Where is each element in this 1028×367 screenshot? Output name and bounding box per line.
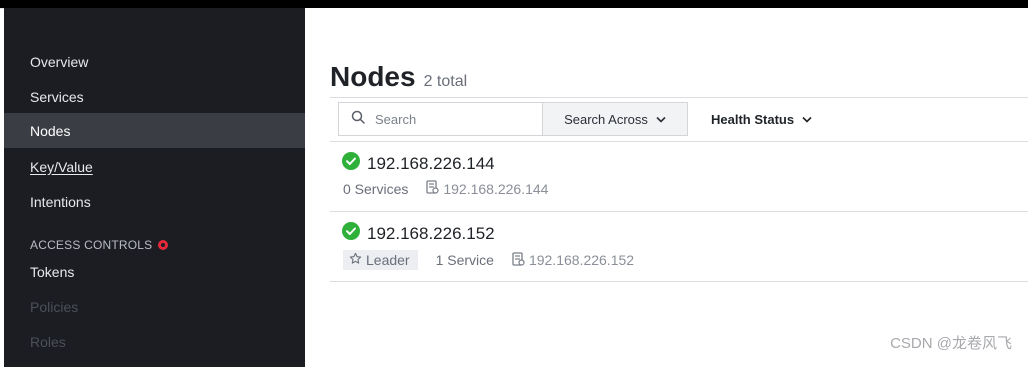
sidebar-item-key-value[interactable]: Key/Value	[4, 149, 305, 184]
search-across-dropdown[interactable]: Search Across	[542, 102, 688, 136]
sidebar-item-tokens[interactable]: Tokens	[4, 254, 305, 289]
node-address: 192.168.226.152	[512, 251, 635, 269]
chevron-down-icon	[802, 116, 812, 123]
sidebar-item-services[interactable]: Services	[4, 79, 305, 114]
address-icon	[512, 251, 529, 269]
node-name[interactable]: 192.168.226.152	[367, 224, 495, 244]
search-box	[338, 102, 543, 136]
page-header: Nodes 2 total	[330, 61, 467, 93]
health-status-dropdown[interactable]: Health Status	[711, 102, 812, 136]
sidebar-item-label: Key/Value	[30, 158, 93, 175]
page-title: Nodes	[330, 61, 416, 92]
node-address-value: 192.168.226.144	[443, 180, 549, 197]
search-icon	[351, 110, 365, 129]
sidebar-item-label: Overview	[30, 53, 89, 70]
leader-badge: Leader	[343, 250, 418, 270]
service-count: 0 Services	[343, 180, 409, 197]
node-address: 192.168.226.144	[426, 180, 548, 197]
leader-label: Leader	[366, 252, 410, 268]
node-header: 192.168.226.152	[342, 222, 495, 245]
sidebar-item-overview[interactable]: Overview	[4, 44, 305, 79]
search-across-label: Search Across	[564, 111, 648, 127]
sidebar-item-label: Nodes	[30, 122, 71, 139]
node-address-value: 192.168.226.152	[528, 252, 635, 268]
node-meta: Leader 1 Service 192.168.226.152	[343, 250, 634, 270]
node-count: 2 total	[423, 73, 468, 90]
acl-warning-icon	[158, 240, 169, 250]
service-count: 1 Service	[435, 252, 494, 268]
sidebar-item-intentions[interactable]: Intentions	[4, 184, 305, 219]
health-status-label: Health Status	[711, 111, 795, 127]
chevron-down-icon	[656, 116, 666, 123]
list-item[interactable]: 192.168.226.144 0 Services 192.168.226.1…	[330, 142, 1028, 212]
list-item[interactable]: 192.168.226.152 Leader 1 Service 192.168…	[330, 212, 1028, 282]
node-meta: 0 Services 192.168.226.144	[343, 180, 548, 197]
sidebar-item-nodes[interactable]: Nodes	[4, 113, 305, 148]
access-controls-heading: ACCESS CONTROLS	[30, 238, 169, 252]
sidebar-item-policies: Policies	[4, 289, 305, 324]
watermark: CSDN @龙卷风飞	[890, 335, 1012, 352]
address-icon	[426, 180, 443, 197]
sidebar-item-label: Intentions	[30, 193, 91, 210]
sidebar-item-label: Policies	[30, 298, 79, 315]
sidebar: Overview Services Nodes Key/Value Intent…	[4, 8, 305, 367]
search-input[interactable]	[375, 111, 525, 127]
main-content: Nodes 2 total Search Across Health Statu…	[305, 8, 1028, 367]
healthy-check-icon	[342, 222, 360, 245]
node-name[interactable]: 192.168.226.144	[367, 154, 495, 174]
header-divider	[330, 97, 1028, 98]
sidebar-item-label: Services	[30, 88, 84, 105]
star-icon	[349, 252, 366, 268]
healthy-check-icon	[342, 152, 360, 175]
sidebar-item-label: Tokens	[30, 263, 75, 280]
sidebar-item-label: Roles	[30, 333, 66, 350]
node-header: 192.168.226.144	[342, 152, 495, 175]
top-bar	[0, 0, 1028, 8]
access-controls-label: ACCESS CONTROLS	[30, 238, 153, 252]
sidebar-item-roles: Roles	[4, 324, 305, 359]
